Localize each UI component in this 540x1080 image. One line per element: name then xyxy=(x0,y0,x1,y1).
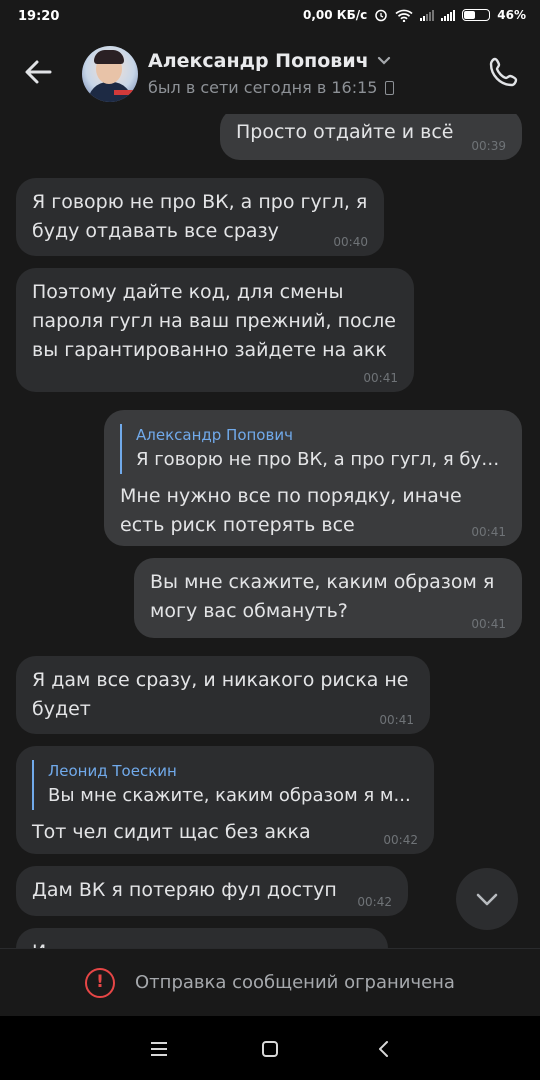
phone-icon xyxy=(489,57,518,87)
message-bubble-outgoing[interactable]: Вы мне скажите, каким образом я могу вас… xyxy=(134,558,522,638)
message-time: 00:41 xyxy=(363,371,398,385)
contact-name[interactable]: Александр Попович xyxy=(148,50,391,72)
message-time: 00:41 xyxy=(379,713,414,727)
nav-home-button[interactable] xyxy=(255,1034,285,1064)
message-bubble-incoming[interactable]: И xyxy=(16,928,388,948)
arrow-left-icon xyxy=(25,60,52,84)
message-text: Дам ВК я потеряю фул доступ xyxy=(32,879,337,901)
message-text: Я говорю не про ВК, а про гугл, я буду о… xyxy=(32,191,368,242)
scroll-down-button[interactable] xyxy=(456,868,518,930)
message-bubble-incoming[interactable]: Я дам все сразу, и никакого риска не буд… xyxy=(16,656,430,734)
message-text: Просто отдайте и всё xyxy=(236,121,454,143)
message-text: Мне нужно все по порядку, иначе есть рис… xyxy=(120,485,462,536)
menu-icon xyxy=(151,1042,167,1056)
reply-quote[interactable]: Александр Попович Я говорю не про ВК, а … xyxy=(120,424,506,474)
message-time: 00:42 xyxy=(357,895,392,909)
message-time: 00:40 xyxy=(333,235,368,249)
mobile-phone-icon xyxy=(385,80,395,95)
message-text: Вы мне скажите, каким образом я могу вас… xyxy=(150,571,495,622)
system-nav-bar xyxy=(0,1016,540,1080)
back-button[interactable] xyxy=(20,54,56,90)
battery-icon xyxy=(462,9,491,21)
contact-status-text: был в сети сегодня в 16:15 xyxy=(148,78,378,97)
message-bubble-incoming[interactable]: Поэтому дайте код, для смены пароля гугл… xyxy=(16,268,414,392)
wifi-icon xyxy=(395,9,413,22)
message-bubble-outgoing[interactable]: Александр Попович Я говорю не про ВК, а … xyxy=(104,410,522,546)
message-time: 00:41 xyxy=(471,617,506,631)
message-text: Я дам все сразу, и никакого риска не буд… xyxy=(32,669,409,720)
network-speed: 0,00 КБ/с xyxy=(303,8,368,22)
message-text: Поэтому дайте код, для смены пароля гугл… xyxy=(32,281,396,361)
reply-text: Вы мне скажите, каким образом я м... xyxy=(48,785,411,806)
nav-menu-button[interactable] xyxy=(144,1034,174,1064)
restricted-label: Отправка сообщений ограничена xyxy=(135,972,455,993)
message-bubble-incoming[interactable]: Леонид Тоескин Вы мне скажите, каким обр… xyxy=(16,746,434,854)
back-chevron-icon xyxy=(379,1041,388,1057)
exclamation-icon: ! xyxy=(85,967,116,998)
reply-author: Леонид Тоескин xyxy=(48,762,177,780)
chevron-down-icon xyxy=(476,893,498,906)
reply-author: Александр Попович xyxy=(136,426,293,444)
contact-status: был в сети сегодня в 16:15 xyxy=(148,78,395,97)
alarm-icon xyxy=(375,9,388,22)
contact-name-text: Александр Попович xyxy=(148,50,369,72)
message-list[interactable]: Просто отдайте и всё 00:39 Я говорю не п… xyxy=(0,114,540,948)
home-square-icon xyxy=(262,1041,278,1057)
status-bar: 19:20 0,00 КБ/с 46% xyxy=(0,0,540,34)
message-bubble-incoming[interactable]: Дам ВК я потеряю фул доступ 00:42 xyxy=(16,866,408,916)
avatar-accent xyxy=(114,90,136,95)
message-bubble-incoming[interactable]: Я говорю не про ВК, а про гугл, я буду о… xyxy=(16,178,384,256)
restricted-banner: ! Отправка сообщений ограничена xyxy=(0,948,540,1016)
signal-icon-1 xyxy=(420,9,435,21)
avatar[interactable] xyxy=(82,46,138,102)
status-time: 19:20 xyxy=(18,9,60,24)
signal-icon-2 xyxy=(441,9,456,21)
nav-back-button[interactable] xyxy=(368,1034,398,1064)
reply-text: Я говорю не про ВК, а про гугл, я буд... xyxy=(136,449,506,470)
message-time: 00:42 xyxy=(383,833,418,847)
message-bubble-outgoing[interactable]: Просто отдайте и всё 00:39 xyxy=(220,114,522,160)
message-text: И xyxy=(32,938,372,948)
status-right: 0,00 КБ/с 46% xyxy=(303,8,526,22)
avatar-hair xyxy=(94,50,124,64)
message-time: 00:39 xyxy=(471,139,506,153)
call-button[interactable] xyxy=(486,54,522,90)
message-text: Тот чел сидит щас без акка xyxy=(32,821,311,843)
chat-header: Александр Попович был в сети сегодня в 1… xyxy=(0,34,540,114)
battery-level: 46% xyxy=(497,8,526,22)
chevron-down-icon xyxy=(377,56,390,65)
reply-quote[interactable]: Леонид Тоескин Вы мне скажите, каким обр… xyxy=(32,760,418,810)
message-time: 00:41 xyxy=(471,525,506,539)
